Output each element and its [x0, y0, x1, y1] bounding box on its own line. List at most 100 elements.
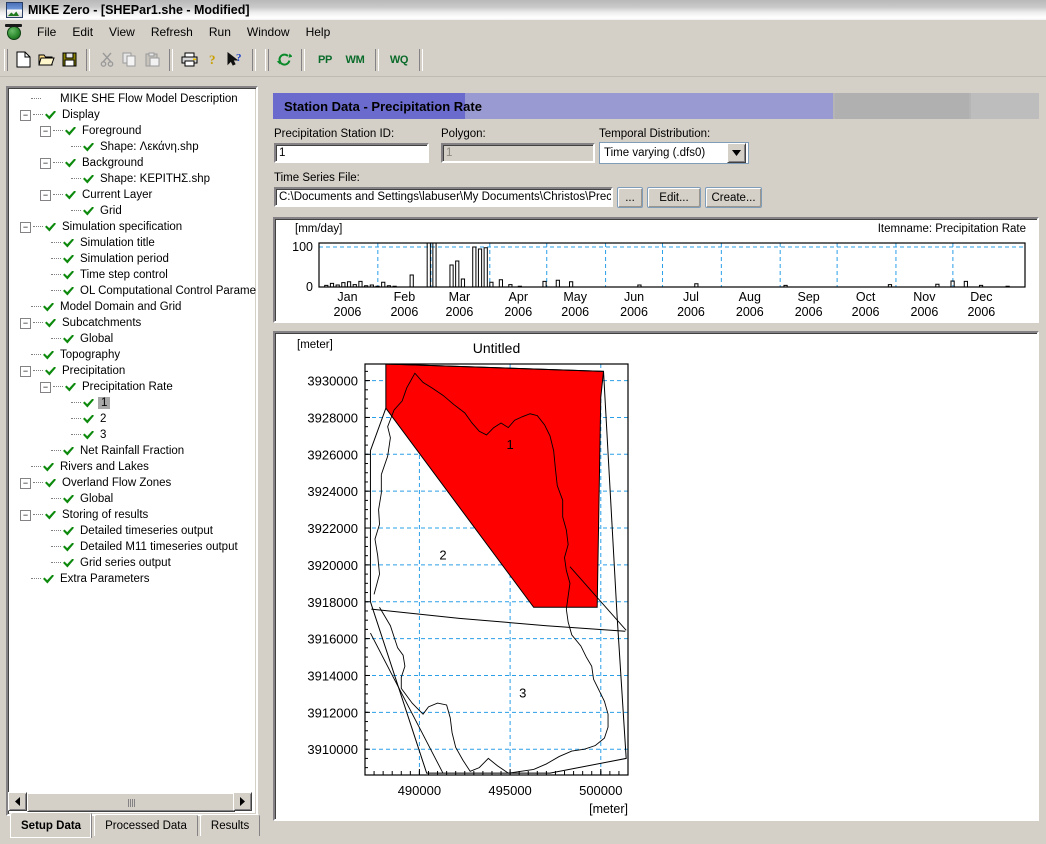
tab-processed-data[interactable]: Processed Data: [94, 814, 198, 836]
page-title: Station Data - Precipitation Rate: [284, 98, 482, 114]
station-id-input[interactable]: 1: [274, 143, 429, 163]
browse-button[interactable]: ...: [617, 187, 643, 208]
tree-connector: [53, 130, 63, 132]
tree-item-label: Extra Parameters: [60, 573, 150, 585]
tree-item[interactable]: Simulation title: [10, 235, 254, 251]
map-plot: Untitled 3910000 3912000 3914000 3916000 3918…: [307, 340, 629, 816]
tree-item-label: Storing of results: [62, 509, 149, 521]
create-button[interactable]: Create...: [705, 187, 762, 208]
tree-item[interactable]: Shape: ΚΕΡΙΤΗΣ.shp: [10, 171, 254, 187]
tree-item[interactable]: Grid: [10, 203, 254, 219]
tree-item[interactable]: Time step control: [10, 267, 254, 283]
tree-item[interactable]: − Foreground: [10, 123, 254, 139]
temporal-distribution-value: Time varying (.dfs0): [604, 147, 706, 159]
edit-button[interactable]: Edit...: [647, 187, 701, 208]
scroll-right-button[interactable]: [233, 792, 252, 811]
tree-collapse-icon[interactable]: −: [40, 189, 51, 201]
green-check-icon: [64, 125, 77, 138]
tree-item[interactable]: MIKE SHE Flow Model Description: [10, 91, 254, 107]
tree-item[interactable]: 1: [10, 395, 254, 411]
context-help-icon[interactable]: ?: [224, 49, 247, 71]
tree-connector: [51, 450, 61, 452]
tree-collapse-icon[interactable]: −: [20, 365, 31, 377]
svg-text:2006: 2006: [446, 305, 474, 319]
tree-item[interactable]: − Display: [10, 107, 254, 123]
toolbar-grip[interactable]: [3, 48, 10, 72]
tab-setup-data[interactable]: Setup Data: [10, 812, 93, 838]
tree-connector: [71, 146, 81, 148]
tree-item[interactable]: OL Computational Control Paramet...: [10, 283, 256, 299]
tree-collapse-icon[interactable]: −: [20, 221, 31, 233]
timeseries-file-input[interactable]: C:\Documents and Settings\labuser\My Doc…: [274, 187, 613, 207]
tree-connector: [71, 418, 81, 420]
menu-item-view[interactable]: View: [101, 22, 143, 42]
tree-item[interactable]: Net Rainfall Fraction: [10, 443, 254, 459]
pp-button[interactable]: PP: [310, 49, 340, 71]
wq-button-label: WQ: [389, 53, 409, 66]
wq-button[interactable]: WQ: [384, 49, 414, 71]
tree-item[interactable]: − Current Layer: [10, 187, 254, 203]
model-tree-panel[interactable]: MIKE SHE Flow Model Description − Display −…: [6, 86, 258, 816]
toolbar-separator-4: [301, 48, 305, 71]
tree-item[interactable]: − Storing of results: [10, 507, 254, 523]
tree-item[interactable]: 3: [10, 427, 254, 443]
temporal-distribution-select[interactable]: Time varying (.dfs0): [599, 142, 749, 164]
menu-item-window[interactable]: Window: [239, 22, 298, 42]
tree-item[interactable]: − Precipitation Rate: [10, 379, 254, 395]
tree-connector: [53, 194, 63, 196]
menu-item-help[interactable]: Help: [298, 22, 339, 42]
tree-item[interactable]: Rivers and Lakes: [10, 459, 254, 475]
print-icon[interactable]: [178, 49, 201, 71]
tree-item[interactable]: Simulation period: [10, 251, 254, 267]
tree-item-label: Precipitation Rate: [82, 381, 173, 393]
svg-text:Apr: Apr: [509, 290, 528, 304]
tree-item[interactable]: − Subcatchments: [10, 315, 254, 331]
tree-item[interactable]: Model Domain and Grid: [10, 299, 254, 315]
menu-item-edit[interactable]: Edit: [64, 22, 101, 42]
menu-item-run[interactable]: Run: [201, 22, 239, 42]
tree-item[interactable]: − Overland Flow Zones: [10, 475, 254, 491]
tree-connector: [51, 258, 61, 260]
menu-item-file[interactable]: File: [29, 22, 64, 42]
wm-button[interactable]: WM: [340, 49, 370, 71]
tree-collapse-icon[interactable]: −: [40, 157, 51, 169]
tree-item[interactable]: Global: [10, 491, 254, 507]
tree-item[interactable]: − Simulation specification: [10, 219, 254, 235]
scrollbar-thumb[interactable]: [27, 793, 235, 812]
tree-item[interactable]: Shape: Λεκάνη.shp: [10, 139, 254, 155]
tree-item[interactable]: Global: [10, 331, 254, 347]
tree-item[interactable]: Grid series output: [10, 555, 254, 571]
toolbar-grip-2[interactable]: [264, 48, 271, 72]
paste-icon[interactable]: [141, 49, 164, 71]
chevron-down-icon[interactable]: [727, 143, 746, 163]
tree-item[interactable]: − Precipitation: [10, 363, 254, 379]
open-folder-icon[interactable]: [35, 49, 58, 71]
tree-collapse-icon[interactable]: −: [20, 317, 31, 329]
copy-icon[interactable]: [118, 49, 141, 71]
refresh-icon[interactable]: [273, 49, 296, 71]
menu-item-refresh[interactable]: Refresh: [143, 22, 201, 42]
scroll-left-button[interactable]: [8, 792, 27, 811]
tree-horizontal-scrollbar[interactable]: [8, 792, 252, 812]
polygon-label: Polygon:: [441, 128, 486, 140]
tree-item[interactable]: − Background: [10, 155, 254, 171]
tree-collapse-icon[interactable]: −: [20, 509, 31, 521]
tree-item[interactable]: Topography: [10, 347, 254, 363]
tab-results[interactable]: Results: [199, 814, 261, 836]
help-icon[interactable]: ?: [201, 49, 224, 71]
tree-item[interactable]: Extra Parameters: [10, 571, 254, 587]
tree-item[interactable]: Detailed timeseries output: [10, 523, 254, 539]
tree-collapse-icon[interactable]: −: [20, 477, 31, 489]
tree-collapse-icon[interactable]: −: [20, 109, 31, 121]
tree-item[interactable]: Detailed M11 timeseries output: [10, 539, 254, 555]
tree-collapse-icon[interactable]: −: [40, 125, 51, 137]
tree-item[interactable]: 2: [10, 411, 254, 427]
tree-collapse-icon[interactable]: −: [40, 381, 51, 393]
green-check-icon: [44, 109, 57, 122]
save-icon[interactable]: [58, 49, 81, 71]
new-icon[interactable]: [12, 49, 35, 71]
tree-item-label: Precipitation: [62, 365, 126, 377]
tree-connector: [51, 274, 61, 276]
scrollbar-track[interactable]: [27, 793, 235, 812]
cut-icon[interactable]: [95, 49, 118, 71]
